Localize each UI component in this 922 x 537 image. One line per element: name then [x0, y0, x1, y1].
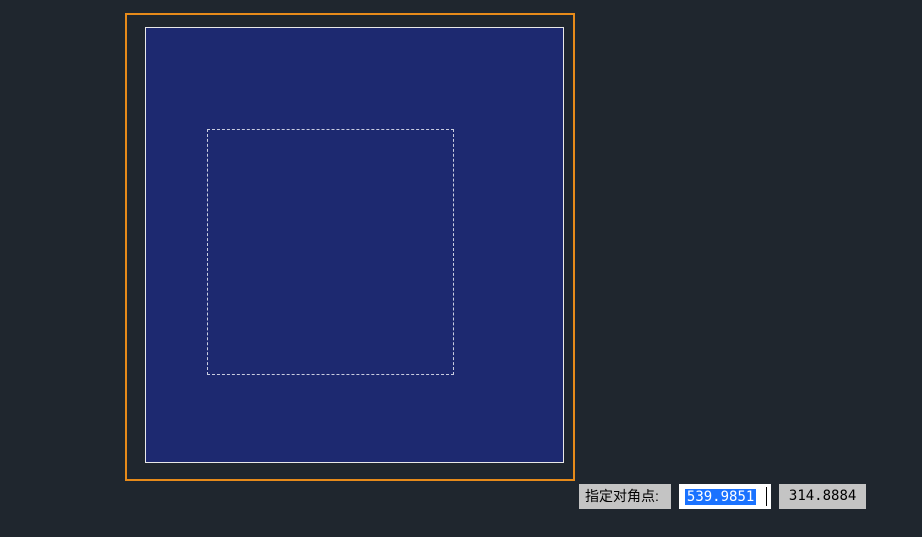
command-bar: 指定对角点: 539.9851 314.8884	[579, 484, 866, 509]
selection-marquee	[207, 129, 454, 375]
coordinate-input[interactable]: 539.9851	[679, 484, 771, 509]
command-prompt-label: 指定对角点:	[579, 484, 671, 509]
text-cursor	[766, 487, 767, 506]
coordinate-readout: 314.8884	[779, 484, 866, 509]
coordinate-input-value: 539.9851	[685, 489, 756, 505]
drawing-canvas[interactable]	[0, 0, 922, 537]
